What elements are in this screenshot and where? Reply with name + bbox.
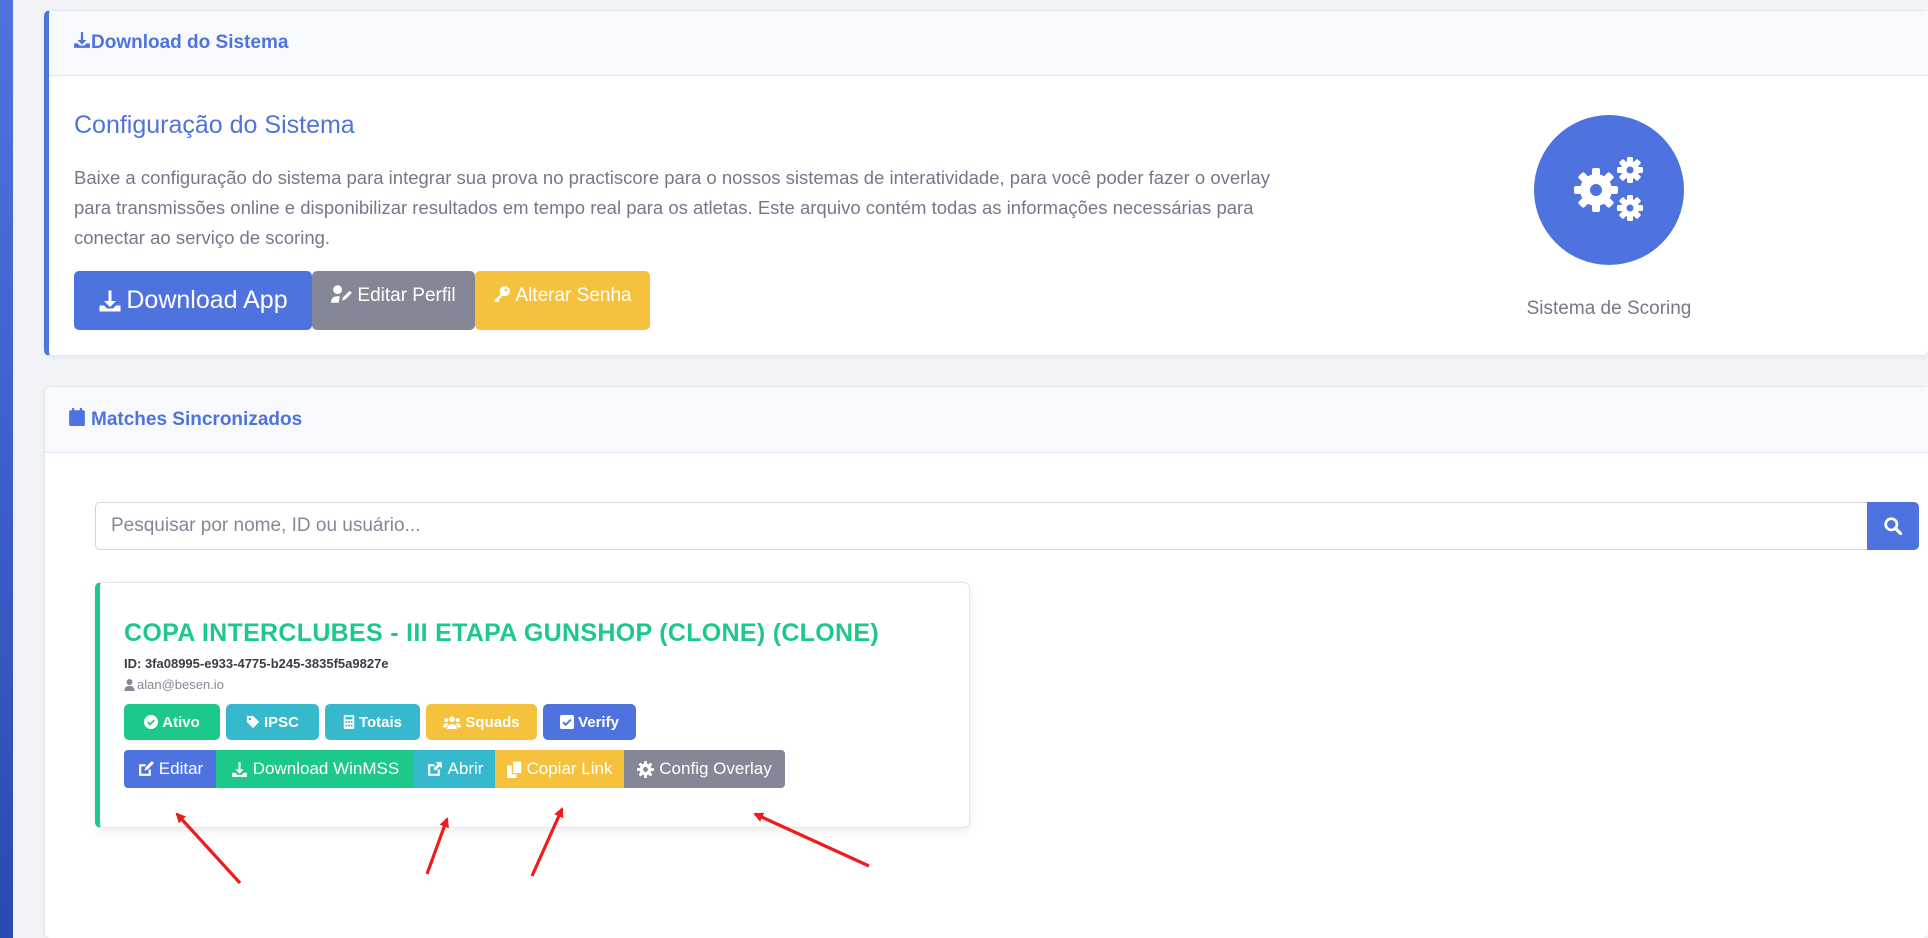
- copy-icon: [506, 760, 522, 778]
- edit-button-label: Editar: [158, 759, 204, 778]
- search-icon: [1884, 517, 1902, 535]
- config-title: Configuração do Sistema: [74, 111, 355, 139]
- search-input[interactable]: [95, 502, 1867, 550]
- download-app-button[interactable]: Download App: [74, 271, 312, 330]
- squads-badge-label: Squads: [465, 713, 520, 731]
- status-badge: Ativo: [124, 704, 220, 740]
- config-overlay-label: Config Overlay: [659, 759, 772, 778]
- verify-badge-label: Verify: [578, 713, 619, 731]
- user-icon: [124, 678, 135, 691]
- key-icon: [494, 286, 511, 303]
- download-app-label: Download App: [126, 286, 288, 314]
- matches-card: Matches Sincronizados COPA INTERCLUBES -…: [44, 386, 1928, 938]
- match-card: COPA INTERCLUBES - III ETAPA GUNSHOP (CL…: [95, 582, 970, 828]
- scoring-system-label: Sistema de Scoring: [1526, 298, 1692, 319]
- download-icon: [231, 761, 247, 777]
- download-card-header: Download do Sistema: [49, 11, 1928, 76]
- change-password-button[interactable]: Alterar Senha: [475, 271, 650, 330]
- tag-icon: [246, 715, 260, 729]
- sidebar-edge: [0, 0, 13, 938]
- match-user: alan@besen.io: [124, 677, 224, 692]
- download-button-row: Download App Editar Perfil Alterar Senha: [74, 271, 650, 330]
- config-overlay-button[interactable]: Config Overlay: [624, 750, 785, 788]
- cog-icon: [637, 760, 655, 778]
- matches-card-header: Matches Sincronizados: [45, 387, 1928, 453]
- download-card-title: Download do Sistema: [91, 32, 289, 53]
- totals-badge[interactable]: Totais: [325, 704, 420, 740]
- edit-button[interactable]: Editar: [124, 750, 216, 788]
- change-password-label: Alterar Senha: [515, 285, 632, 306]
- download-icon: [73, 31, 91, 55]
- check-square-icon: [560, 715, 575, 729]
- external-link-icon: [427, 761, 442, 776]
- open-button[interactable]: Abrir: [414, 750, 495, 788]
- match-badges: Ativo IPSC Totais Squads Verify: [124, 704, 636, 740]
- type-badge-label: IPSC: [263, 713, 299, 731]
- match-user-email: alan@besen.io: [137, 677, 224, 692]
- download-winmss-label: Download WinMSS: [252, 759, 400, 778]
- type-badge: IPSC: [226, 704, 319, 740]
- copy-link-label: Copiar Link: [526, 759, 613, 778]
- squads-badge[interactable]: Squads: [426, 704, 537, 740]
- calculator-icon: [343, 715, 355, 729]
- match-title: COPA INTERCLUBES - III ETAPA GUNSHOP (CL…: [124, 619, 879, 647]
- match-id: ID: 3fa08995-e933-4775-b245-3835f5a9827e: [124, 656, 389, 671]
- open-button-label: Abrir: [447, 759, 484, 778]
- gears-icon: [1574, 157, 1643, 221]
- edit-icon: [138, 760, 154, 776]
- download-winmss-button[interactable]: Download WinMSS: [216, 750, 414, 788]
- status-badge-label: Ativo: [162, 713, 200, 731]
- users-icon: [443, 715, 462, 729]
- edit-profile-button[interactable]: Editar Perfil: [312, 271, 475, 330]
- user-edit-icon: [331, 285, 353, 303]
- check-circle-icon: [144, 715, 159, 729]
- scoring-system-icon-circle: [1534, 115, 1684, 265]
- match-actions: Editar Download WinMSS Abrir Copiar Link…: [124, 750, 785, 788]
- config-description: Baixe a configuração do sistema para int…: [74, 167, 1270, 248]
- calendar-icon: [69, 407, 85, 432]
- matches-card-title: Matches Sincronizados: [91, 408, 303, 430]
- copy-link-button[interactable]: Copiar Link: [495, 750, 624, 788]
- search-button[interactable]: [1867, 502, 1919, 550]
- edit-profile-label: Editar Perfil: [357, 285, 456, 306]
- search-group: [95, 502, 1919, 550]
- download-system-card: Download do Sistema Configuração do Sist…: [44, 10, 1928, 356]
- download-icon: [99, 290, 121, 311]
- totals-badge-label: Totais: [358, 713, 403, 731]
- verify-badge[interactable]: Verify: [543, 704, 636, 740]
